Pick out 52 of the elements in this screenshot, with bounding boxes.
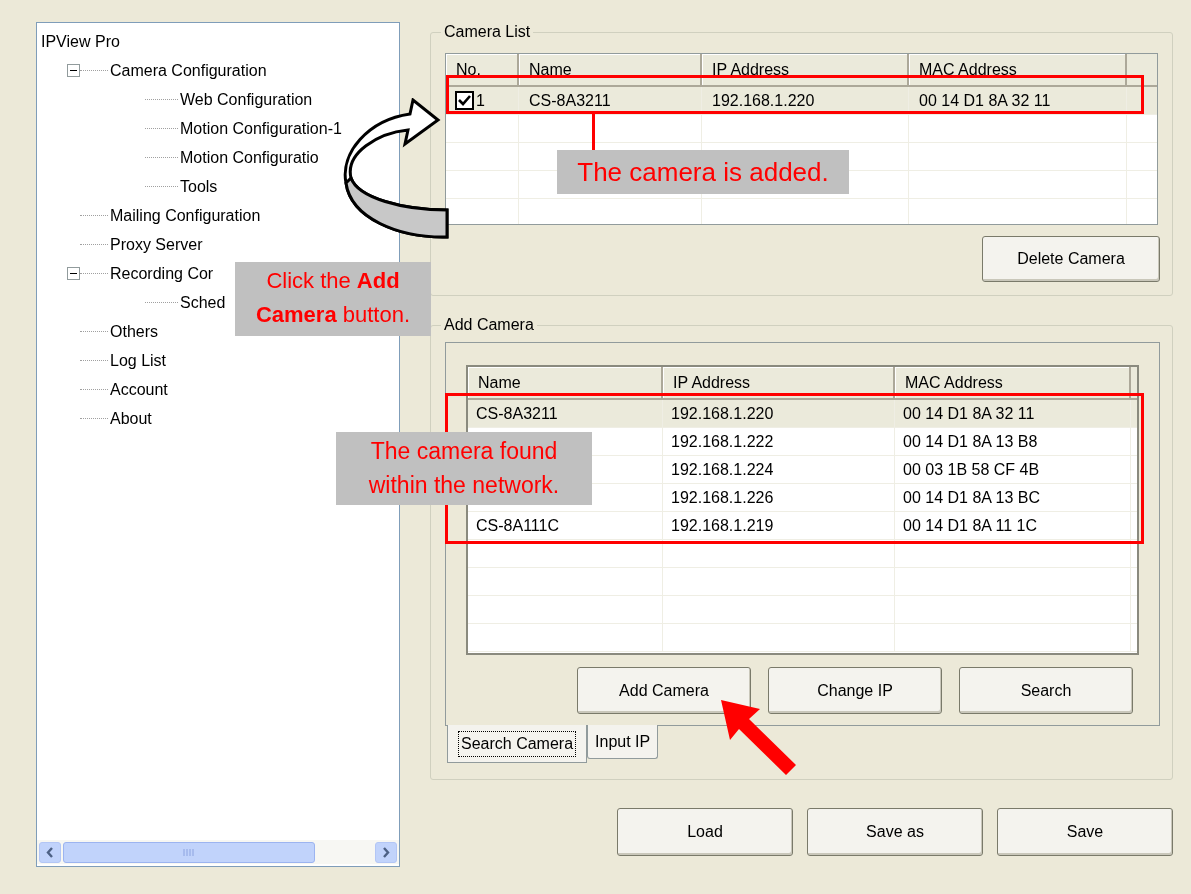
callout-tooltip: Click the Add Camera button. [235, 262, 431, 336]
table-cell-text: 192.168.1.226 [671, 487, 774, 508]
table-cell-text: CS-8A3211 [476, 403, 558, 424]
tree-item[interactable]: Proxy Server [110, 234, 203, 255]
leader-line [592, 113, 595, 150]
tree-item[interactable]: Others [110, 321, 158, 342]
tab[interactable]: Input IP [587, 725, 659, 759]
tree-item[interactable]: About [110, 408, 152, 429]
table-cell-text: 1 [476, 90, 485, 111]
action-button[interactable]: Change IP [768, 667, 942, 714]
scroll-left-icon[interactable] [39, 841, 61, 863]
table-cell-text: 00 14 D1 8A 13 BC [903, 487, 1040, 508]
callout-tooltip: The camera found within the network. [336, 432, 592, 505]
table-cell-text: 00 14 D1 8A 11 1C [903, 515, 1038, 536]
tree-item[interactable]: Account [110, 379, 168, 400]
action-button[interactable]: Search [959, 667, 1133, 714]
footer-button[interactable]: Save as [807, 808, 983, 856]
scroll-right-icon[interactable] [375, 841, 397, 863]
footer-button[interactable]: Load [617, 808, 793, 856]
collapse-toggle[interactable] [67, 267, 80, 280]
table-cell-text: 00 14 D1 8A 32 11 [903, 403, 1035, 424]
tree-item[interactable]: Motion Configuratio [180, 147, 319, 168]
tree-item[interactable]: Tools [180, 176, 218, 197]
tree-item[interactable]: Camera Configuration [110, 60, 267, 81]
table-cell-text: CS-8A111C [476, 515, 559, 536]
delete-camera-button[interactable]: Delete Camera [982, 236, 1160, 282]
collapse-toggle[interactable] [67, 64, 80, 77]
horizontal-scrollbar[interactable] [37, 840, 399, 864]
tree-item[interactable]: Web Configuration [180, 89, 313, 110]
footer-button[interactable]: Save [997, 808, 1173, 856]
checkbox[interactable] [455, 91, 474, 110]
tree-item[interactable]: Recording Cor [110, 263, 214, 284]
table-cell-text: 00 03 1B 58 CF 4B [903, 459, 1040, 480]
tree-item[interactable]: Mailing Configuration [110, 205, 261, 226]
scroll-thumb[interactable] [63, 841, 315, 863]
table-cell-text: 192.168.1.222 [671, 431, 774, 452]
table-cell-text: 192.168.1.220 [712, 90, 815, 111]
tree-item[interactable]: Sched [180, 292, 226, 313]
table-row[interactable]: CS-8A111C 192.168.1.219 00 14 D1 8A 11 1C [468, 512, 1137, 540]
table-cell-text: 00 14 D1 8A 13 B8 [903, 431, 1038, 452]
tree-item[interactable]: Motion Configuration-1 [180, 118, 342, 139]
callout-tooltip: The camera is added. [557, 150, 849, 194]
tree-item[interactable]: IPView Pro [41, 31, 120, 52]
table-row[interactable]: CS-8A3211 192.168.1.220 00 14 D1 8A 32 11 [468, 400, 1137, 428]
table-cell-text: 00 14 D1 8A 32 11 [919, 90, 1051, 111]
tree-item[interactable]: Log List [110, 350, 167, 371]
table-cell-text: 192.168.1.219 [671, 515, 774, 536]
table-cell-text: 192.168.1.220 [671, 403, 774, 424]
table-cell-text: 192.168.1.224 [671, 459, 774, 480]
tab[interactable]: Search Camera [447, 725, 588, 763]
action-button[interactable]: Add Camera [577, 667, 751, 714]
table-cell-text: CS-8A3211 [529, 90, 611, 111]
